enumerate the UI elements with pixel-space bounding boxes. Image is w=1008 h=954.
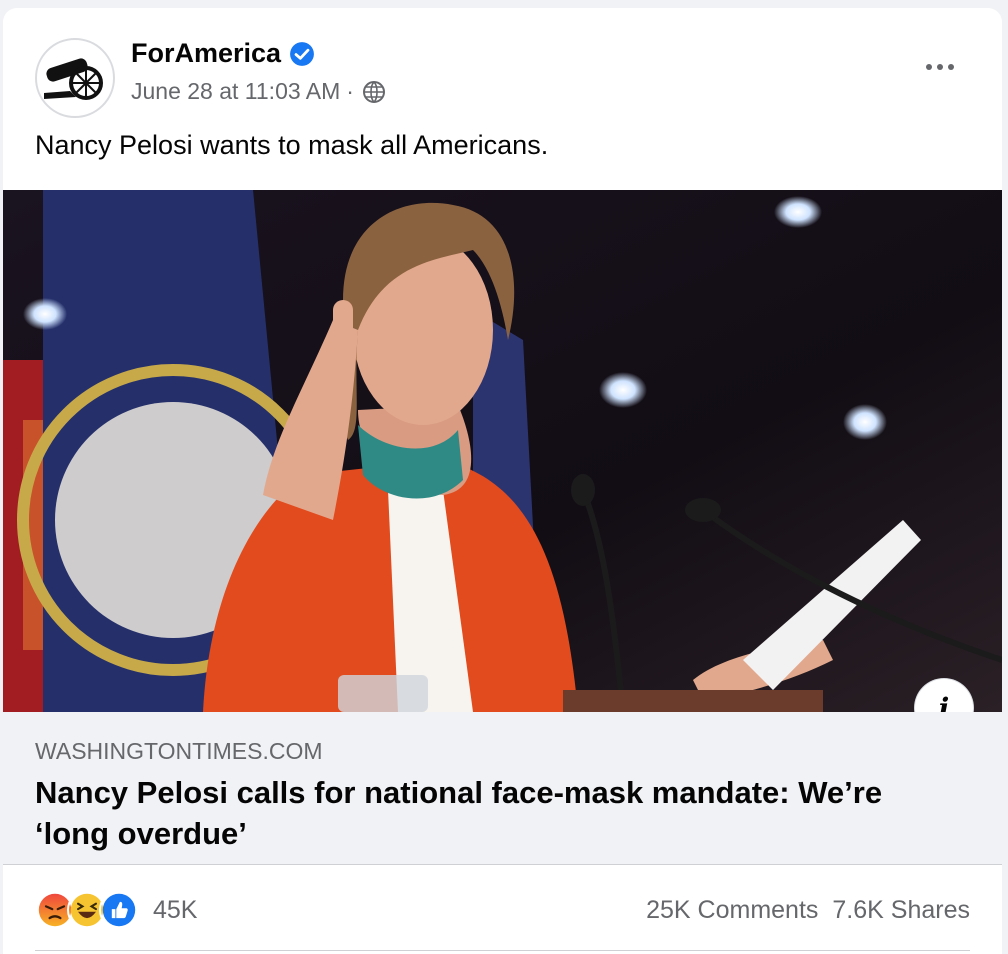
reaction-summary[interactable]: 45K [35,890,197,930]
post-timestamp[interactable]: June 28 at 11:03 AM [131,78,340,105]
cannon-logo-icon [44,58,103,100]
reaction-count: 45K [153,895,198,924]
link-preview[interactable]: WASHINGTONTIMES.COM Nancy Pelosi calls f… [3,712,1002,865]
author-row: ForAmerica [131,38,315,69]
shares-count[interactable]: 7.6K Shares [832,896,970,925]
globe-icon[interactable] [362,80,386,104]
press-conference-photo [3,190,1002,712]
post-card: ForAmerica June 28 at 11:03 AM · Nancy P… [3,8,1002,954]
author-name[interactable]: ForAmerica [131,38,281,69]
post-meta: June 28 at 11:03 AM · [131,78,386,105]
like-reaction-icon [99,890,139,930]
more-options-icon[interactable] [918,52,962,82]
dot [937,64,943,70]
footer-divider [35,950,970,951]
page-avatar[interactable] [35,38,115,118]
link-preview-image[interactable] [3,190,1002,712]
engagement-stats: 25K Comments 7.6K Shares [646,896,970,925]
verified-badge-icon [290,41,314,66]
dot [948,64,954,70]
meta-separator: · [346,78,354,104]
comments-count[interactable]: 25K Comments [646,896,818,925]
post-text: Nancy Pelosi wants to mask all Americans… [35,130,549,160]
link-domain: WASHINGTONTIMES.COM [35,738,323,764]
dot [926,64,932,70]
link-headline[interactable]: Nancy Pelosi calls for national face-mas… [35,772,915,854]
